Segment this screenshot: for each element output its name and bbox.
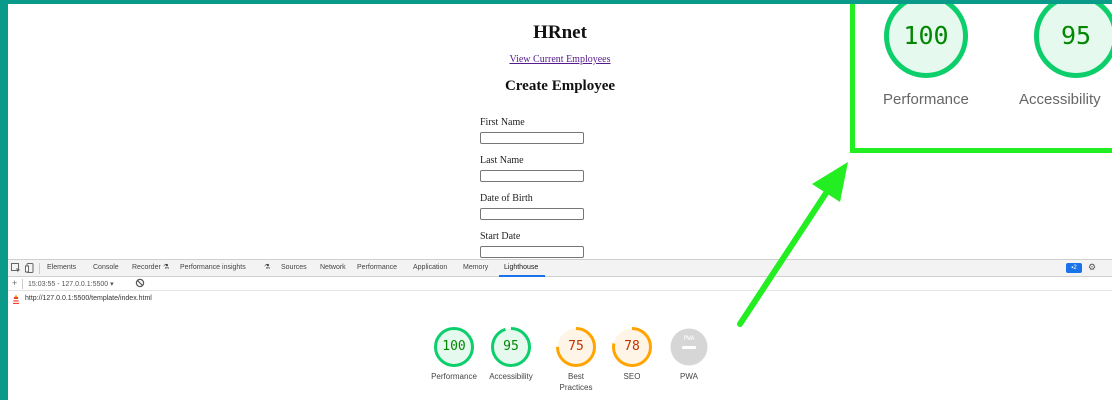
audited-url: http://127.0.0.1:5500/template/index.htm… — [25, 295, 152, 302]
first-name-label: First Name — [480, 117, 525, 128]
tab-performance-insights[interactable]: Performance insights — [180, 264, 246, 271]
first-name-input[interactable] — [480, 132, 584, 144]
score-label: Accessibility — [489, 372, 533, 381]
devtools-panel: Elements Console Recorder ⚗ Performance … — [8, 259, 1112, 400]
tab-sources[interactable]: Sources — [281, 264, 307, 271]
lighthouse-logo-icon — [12, 294, 20, 304]
tab-performance[interactable]: Performance — [357, 264, 397, 271]
tab-elements[interactable]: Elements — [47, 264, 76, 271]
lighthouse-report-bar: + 15:03:55 - 127.0.0.1:5500 ▾ — [8, 277, 1112, 291]
zoom-callout: 100 Performance 95 Accessibility — [850, 4, 1112, 153]
report-selector[interactable]: 15:03:55 - 127.0.0.1:5500 ▾ — [28, 280, 114, 288]
score-gauge-seo[interactable]: 78 — [612, 327, 652, 367]
score-value: 100 — [442, 339, 466, 354]
browser-viewport: HRnet View Current Employees Create Empl… — [8, 4, 1112, 400]
tab-network[interactable]: Network — [320, 264, 346, 271]
zoomed-score-label: Accessibility — [1019, 91, 1101, 108]
score-gauge-performance[interactable]: 100 — [434, 327, 474, 367]
tab-memory[interactable]: Memory — [463, 264, 488, 271]
zoomed-score-label: Performance — [883, 91, 969, 108]
zoomed-score-value: 100 — [903, 21, 949, 50]
score-value: 95 — [503, 339, 519, 354]
device-toolbar-icon[interactable] — [25, 263, 35, 273]
flask-icon: ⚗ — [264, 264, 271, 271]
zoomed-score-value: 95 — [1060, 21, 1092, 50]
devtools-tab-bar: Elements Console Recorder ⚗ Performance … — [8, 260, 1112, 277]
toolbar-divider — [39, 263, 40, 274]
last-name-label: Last Name — [480, 155, 524, 166]
score-value: 75 — [568, 339, 584, 354]
tab-recorder[interactable]: Recorder — [132, 264, 161, 271]
date-of-birth-input[interactable] — [480, 208, 584, 220]
tab-lighthouse[interactable]: Lighthouse — [504, 264, 538, 271]
inspect-element-icon[interactable] — [11, 263, 21, 273]
issues-badge[interactable]: ▪2 — [1066, 263, 1082, 273]
callout-arrow — [737, 162, 848, 327]
zoomed-gauge-accessibility: 95 — [1034, 4, 1112, 78]
pwa-dash-icon — [682, 346, 696, 349]
score-label: PWA — [680, 372, 698, 381]
score-gauge-accessibility[interactable]: 95 — [491, 327, 531, 367]
score-value: 78 — [624, 339, 640, 354]
start-date-label: Start Date — [480, 231, 521, 242]
score-gauge-best-practices[interactable]: 75 — [556, 327, 596, 367]
clear-icon[interactable] — [135, 278, 145, 288]
report-selector-label: 15:03:55 - 127.0.0.1:5500 — [28, 281, 109, 288]
score-label: Best Practices — [559, 372, 593, 392]
gear-icon[interactable]: ⚙ — [1088, 262, 1096, 273]
plus-icon[interactable]: + — [12, 278, 17, 288]
zoomed-gauge-performance: 100 — [884, 4, 968, 78]
tab-application[interactable]: Application — [413, 264, 447, 271]
score-gauge-pwa[interactable]: PWA — [669, 327, 709, 367]
start-date-input[interactable] — [480, 246, 584, 258]
last-name-input[interactable] — [480, 170, 584, 182]
issues-count: 2 — [1073, 265, 1077, 271]
lighthouse-url-row: http://127.0.0.1:5500/template/index.htm… — [8, 291, 1112, 307]
tab-console[interactable]: Console — [93, 264, 119, 271]
toolbar-divider — [22, 279, 23, 289]
date-of-birth-label: Date of Birth — [480, 193, 533, 204]
flask-icon: ⚗ — [163, 264, 170, 271]
dropdown-arrow-icon: ▾ — [110, 281, 114, 288]
